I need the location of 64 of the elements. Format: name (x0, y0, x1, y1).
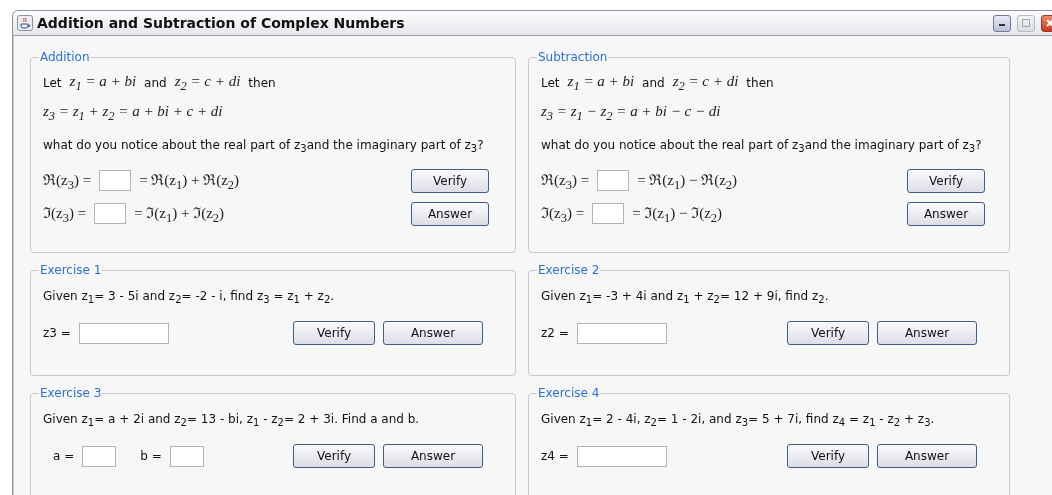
maximize-button[interactable] (1017, 14, 1035, 32)
group-title: Exercise 4 (537, 386, 601, 400)
field-label: z3 = (43, 326, 71, 340)
input-field[interactable] (597, 170, 630, 191)
verify-button[interactable]: Verify (293, 321, 375, 345)
question-text: what do you notice about the real part of z$_{3}$and the imaginary part of z$_{3}$? (541, 137, 982, 155)
field-label: z4 = (541, 449, 569, 463)
input-field[interactable] (169, 445, 204, 467)
formula: z$_{2}$ = c + di (174, 72, 241, 94)
window-title: Addition and Subtraction of Complex Numbers (37, 15, 406, 31)
field-label: z2 = (541, 326, 569, 340)
formula: ℜ(z$_{3}$) = (43, 170, 92, 193)
group-title: Exercise 2 (537, 263, 601, 277)
input-field[interactable] (82, 445, 117, 467)
verify-button[interactable]: Verify (787, 321, 869, 345)
answer-button[interactable]: Answer (383, 444, 483, 468)
formula: ℑ(z$_{3}$) = (541, 203, 585, 226)
answer-button[interactable]: Answer (877, 321, 977, 345)
minimize-button[interactable] (993, 14, 1011, 32)
formula: = ℑ(z$_{1}$) + ℑ(z$_{2}$) (134, 203, 225, 226)
input-field[interactable] (592, 203, 625, 224)
label: and (144, 76, 167, 90)
label: then (746, 76, 774, 90)
field-label: b = (140, 449, 162, 463)
verify-button[interactable]: Verify (411, 168, 489, 193)
question-text: Given z$_{1}$= 3 - 5i and z$_{2}$= -2 - i, find z$_{3}$ = z$_{1}$ + z$_{2}$. (43, 288, 335, 306)
verify-button[interactable]: Verify (293, 444, 375, 468)
group-title: Addition (39, 50, 91, 64)
field-label: a = (53, 449, 75, 463)
answer-button[interactable]: Answer (411, 201, 489, 226)
input-field[interactable] (94, 203, 127, 224)
label: Let (43, 76, 62, 90)
formula: = ℑ(z$_{1}$) − ℑ(z$_{2}$) (632, 203, 723, 226)
formula: ℑ(z$_{3}$) = (43, 203, 87, 226)
answer-button[interactable]: Answer (907, 201, 985, 226)
close-icon (1046, 19, 1052, 27)
formula: z$_{2}$ = c + di (672, 72, 739, 94)
input-field[interactable] (78, 322, 169, 344)
input-field[interactable] (99, 170, 132, 191)
input-field[interactable] (576, 322, 667, 344)
formula: z$_{3}$ = z$_{1}$ + z$_{2}$ = a + bi + c + di (43, 102, 223, 124)
question-text: Given z$_{1}$= 2 - 4i, z$_{2}$= 1 - 2i, and z$_{3}$= 5 + 7i, find z$_{4}$ = z$_{1}$ - z$_{2}$ + z$_{3}$. (541, 411, 935, 429)
question-text: Given z$_{1}$= a + 2i and z$_{2}$= 13 - bi, z$_{1}$ - z$_{2}$= 2 + 3i. Find a and b. (43, 411, 420, 429)
question-text: what do you notice about the real part of z$_{3}$and the imaginary part of z$_{3}$? (43, 137, 484, 155)
maximize-icon (1022, 19, 1030, 27)
group-title: Subtraction (537, 50, 609, 64)
formula: z$_{1}$ = a + bi (69, 72, 137, 94)
answer-button[interactable]: Answer (877, 444, 977, 468)
input-field[interactable] (576, 445, 667, 467)
cup-icon (17, 15, 33, 31)
formula: = ℜ(z$_{1}$) + ℜ(z$_{2}$) (139, 170, 240, 193)
group-title: Exercise 1 (39, 263, 103, 277)
formula: z$_{3}$ = z$_{1}$ − z$_{2}$ = a + bi − c − di (541, 102, 721, 124)
answer-button[interactable]: Answer (383, 321, 483, 345)
verify-button[interactable]: Verify (787, 444, 869, 468)
label: Let (541, 76, 560, 90)
question-text: Given z$_{1}$= -3 + 4i and z$_{1}$ + z$_{2}$= 12 + 9i, find z$_{2}$. (541, 288, 829, 306)
formula: = ℜ(z$_{1}$) − ℜ(z$_{2}$) (637, 170, 738, 193)
formula: ℜ(z$_{3}$) = (541, 170, 590, 193)
label: then (248, 76, 276, 90)
group-title: Exercise 3 (39, 386, 103, 400)
verify-button[interactable]: Verify (907, 168, 985, 193)
label: and (642, 76, 665, 90)
formula: z$_{1}$ = a + bi (567, 72, 635, 94)
